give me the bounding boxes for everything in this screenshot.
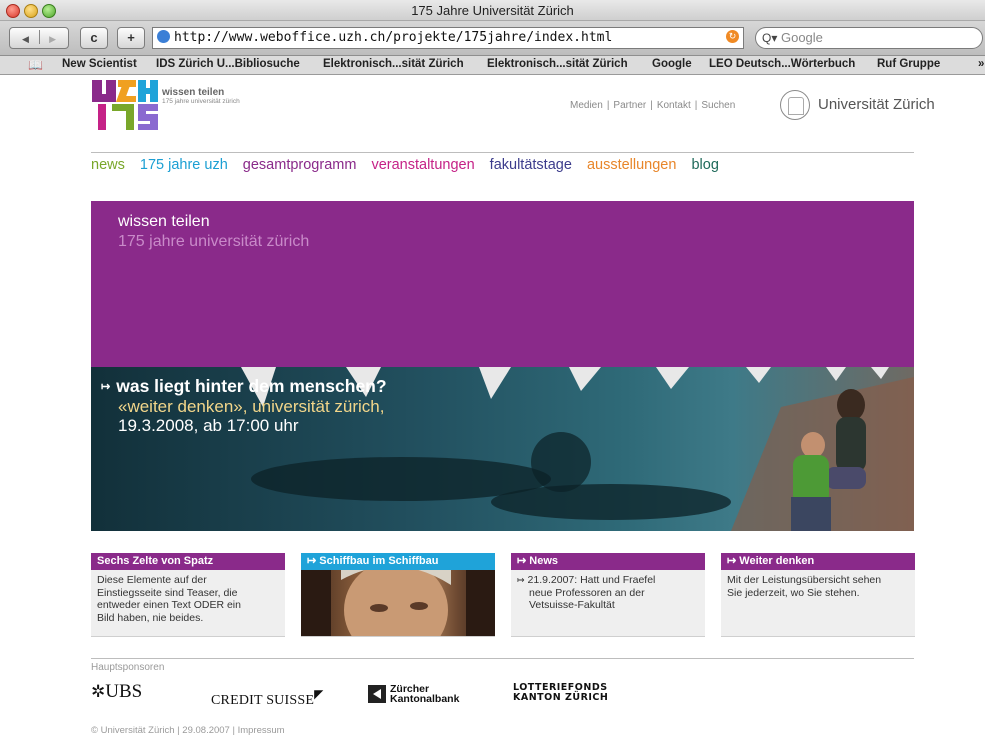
- hero-headline-text[interactable]: was liegt hinter dem menschen?: [116, 376, 386, 396]
- util-separator: |: [606, 100, 610, 111]
- bookmark-item[interactable]: New Scientist: [62, 58, 137, 70]
- util-link-kontakt[interactable]: Kontakt: [657, 100, 691, 111]
- address-url[interactable]: http://www.weboffice.uzh.ch/projekte/175…: [174, 30, 612, 45]
- util-link-medien[interactable]: Medien: [570, 100, 603, 111]
- window-titlebar: 175 Jahre Universität Zürich: [0, 0, 985, 21]
- teaser-body: Mit der Leistungsübersicht sehen Sie jed…: [721, 570, 915, 599]
- teaser-sechs-zelte[interactable]: Sechs Zelte von Spatz Diese Elemente auf…: [91, 553, 285, 637]
- util-separator: |: [650, 100, 653, 111]
- reload-button[interactable]: c: [80, 27, 108, 49]
- hero-headline[interactable]: ↦ was liegt hinter dem menschen?: [101, 376, 387, 397]
- sponsor-lotto-line2: KANTON ZÜRICH: [513, 692, 609, 703]
- arrow-icon: ↦: [517, 575, 525, 585]
- globe-icon: [157, 30, 170, 43]
- teaser-title[interactable]: ↦ Schiffbau im Schiffbau: [301, 553, 495, 570]
- util-link-suchen[interactable]: Suchen: [701, 100, 735, 111]
- teaser-news[interactable]: ↦ News ↦ 21.9.2007: Hatt und Fraefel neue…: [511, 553, 705, 637]
- browser-toolbar: ◀ ▶ c + http://www.weboffice.uzh.ch/proj…: [0, 21, 985, 56]
- sponsor-lotteriefonds-logo[interactable]: LOTTERIEFONDS KANTON ZÜRICH: [513, 683, 608, 703]
- bookmarks-bar: 📖 New Scientist IDS Zürich U...Bibliosuc…: [0, 56, 985, 75]
- teaser-schiffbau[interactable]: ↦ Schiffbau im Schiffbau: [301, 553, 495, 637]
- teaser-text-line: Sie jederzeit, wo Sie stehen.: [727, 586, 860, 599]
- teaser-text-line: Diese Elemente auf der: [97, 574, 207, 586]
- rss-icon[interactable]: ↻: [726, 30, 739, 43]
- sponsor-zkb-logo[interactable]: Zürcher Kantonalbank: [368, 684, 459, 704]
- sponsor-credit-suisse-logo[interactable]: CREDIT SUISSE◤: [211, 687, 324, 709]
- sponsors-divider: [91, 658, 914, 659]
- forward-icon[interactable]: ▶: [49, 34, 56, 44]
- ubs-keys-icon: ✲: [91, 682, 106, 701]
- bookmark-item[interactable]: Ruf Gruppe: [877, 58, 940, 70]
- nav-gesamtprogramm[interactable]: gesamtprogramm: [243, 157, 357, 173]
- sponsor-ubs-name: UBS: [105, 681, 143, 702]
- hero-subtitle: 175 jahre universität zürich: [118, 233, 310, 250]
- bookmark-item[interactable]: IDS Zürich U...Bibliosuche: [156, 58, 300, 70]
- nav-veranstaltungen[interactable]: veranstaltungen: [371, 157, 474, 173]
- util-separator: |: [694, 100, 698, 111]
- page-footer[interactable]: © Universität Zürich | 29.08.2007 | Impr…: [91, 725, 285, 736]
- teaser-text-line[interactable]: neue Professoren an der: [517, 587, 699, 600]
- sponsor-zkb-line2: Kantonalbank: [390, 693, 460, 705]
- address-bar[interactable]: http://www.weboffice.uzh.ch/projekte/175…: [152, 27, 744, 49]
- hero-event-line2: 19.3.2008, ab 17:00 uhr: [118, 416, 299, 435]
- news-link[interactable]: 21.9.2007: Hatt und Fraefel: [528, 574, 656, 586]
- header-divider: [91, 152, 914, 153]
- teaser-text-line: Bild haben, nie beides.: [97, 611, 204, 624]
- utility-links: Medien | Partner | Kontakt | Suchen: [570, 100, 735, 111]
- teaser-text-line: Einstiegsseite sind Teaser, die: [97, 586, 238, 599]
- search-field[interactable]: Q▾ Google: [755, 27, 983, 49]
- add-bookmark-button[interactable]: +: [117, 27, 145, 49]
- nav-blog[interactable]: blog: [691, 157, 718, 173]
- hero-title: wissen teilen: [118, 213, 210, 230]
- hero-banner: wissen teilen 175 jahre universität züri…: [91, 201, 914, 367]
- teaser-text-line: entweder einen Text ODER ein: [97, 599, 241, 611]
- util-link-partner[interactable]: Partner: [613, 100, 646, 111]
- logo-tagline: wissen teilen: [162, 87, 225, 98]
- sponsor-credit-suisse-name: CREDIT SUISSE: [211, 693, 315, 708]
- search-placeholder: Google: [780, 30, 823, 45]
- window-title: 175 Jahre Universität Zürich: [411, 3, 574, 18]
- teaser-portrait-image[interactable]: [301, 570, 495, 637]
- university-seal-icon[interactable]: [780, 90, 810, 120]
- teaser-title[interactable]: ↦ News: [511, 553, 705, 570]
- hero-event-line1: «weiter denken», universität zürich,: [118, 397, 385, 416]
- bookmark-item[interactable]: Elektronisch...sität Zürich: [487, 58, 628, 70]
- university-name[interactable]: Universität Zürich: [818, 96, 935, 113]
- teaser-title[interactable]: ↦ Weiter denken: [721, 553, 915, 570]
- hero-photo[interactable]: ↦ was liegt hinter dem menschen? «weiter …: [91, 367, 914, 531]
- web-page: wissen teilen 175 jahre universität züri…: [0, 75, 985, 736]
- bookmarks-book-icon[interactable]: 📖: [28, 58, 43, 72]
- search-icon[interactable]: Q▾: [762, 31, 777, 45]
- uzh-175-logo[interactable]: [92, 80, 160, 137]
- nav-fakultaetstage[interactable]: fakultätstage: [490, 157, 572, 173]
- bookmark-item[interactable]: Elektronisch...sität Zürich: [323, 58, 464, 70]
- sponsors-label: Hauptsponsoren: [91, 662, 165, 673]
- teaser-weiter-denken[interactable]: ↦ Weiter denken Mit der Leistungsübersic…: [721, 553, 915, 637]
- bookmark-item[interactable]: Google: [652, 58, 692, 70]
- zkb-arrow-icon: [368, 685, 386, 703]
- nav-ausstellungen[interactable]: ausstellungen: [587, 157, 677, 173]
- sponsor-ubs-logo[interactable]: ✲UBS: [91, 681, 142, 703]
- teaser-body: Diese Elemente auf der Einstiegsseite si…: [91, 570, 285, 624]
- sail-icon: ◤: [314, 687, 324, 701]
- teaser-text-line: Mit der Leistungsübersicht sehen: [727, 574, 882, 586]
- main-navigation: news 175 jahre uzh gesamtprogramm verans…: [91, 157, 730, 173]
- nav-175-jahre-uzh[interactable]: 175 jahre uzh: [140, 157, 228, 173]
- bookmarks-overflow-icon[interactable]: »: [978, 58, 984, 70]
- back-icon[interactable]: ◀: [22, 34, 29, 44]
- bookmark-item[interactable]: LEO Deutsch...Wörterbuch: [709, 58, 855, 70]
- logo-subtagline: 175 jahre universität zürich: [162, 98, 240, 105]
- teaser-text-line[interactable]: Vetsuisse-Fakultät: [517, 599, 699, 612]
- arrow-icon: ↦: [101, 381, 111, 393]
- back-forward-buttons[interactable]: ◀ ▶: [9, 27, 69, 49]
- teaser-body[interactable]: ↦ 21.9.2007: Hatt und Fraefel neue Profes…: [511, 570, 705, 612]
- teaser-title[interactable]: Sechs Zelte von Spatz: [91, 553, 285, 570]
- nav-news[interactable]: news: [91, 157, 125, 173]
